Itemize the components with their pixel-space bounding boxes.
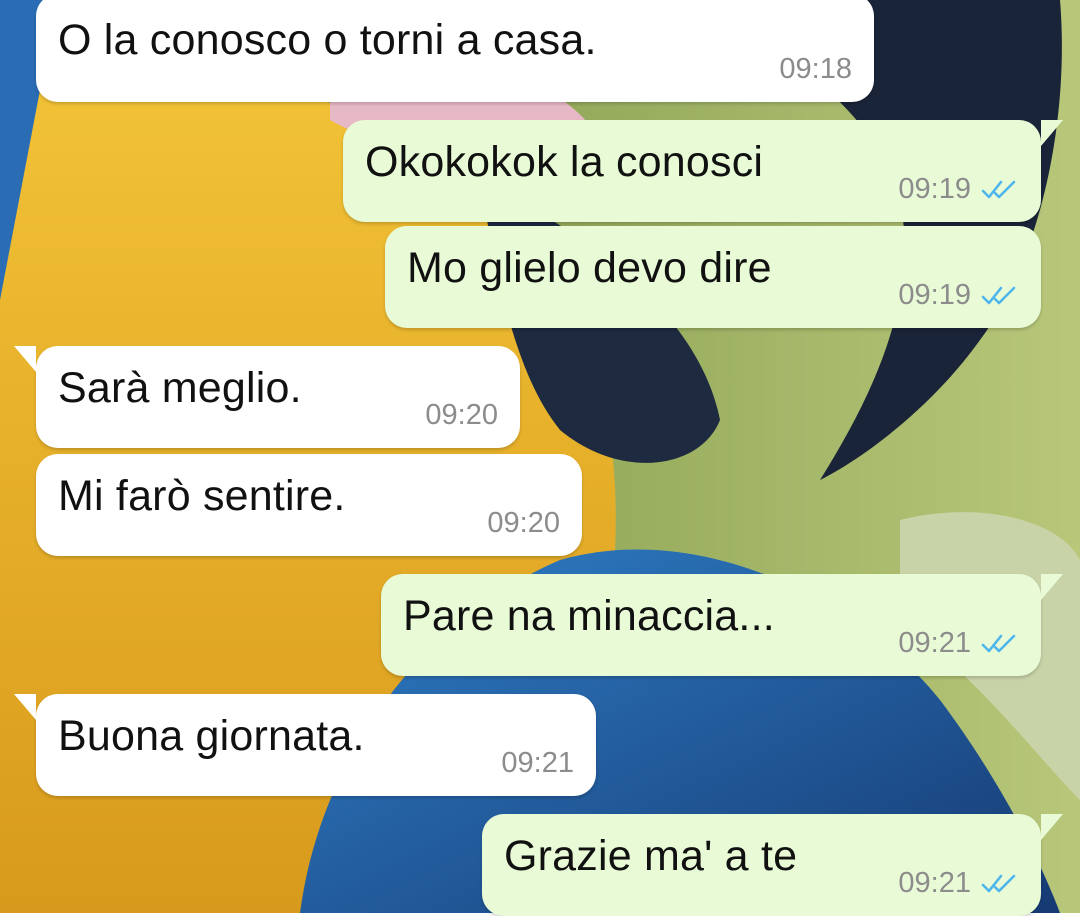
message-timestamp: 09:19 [898,279,971,311]
message-timestamp: 09:21 [898,867,971,899]
message-text: Grazie ma' a te [504,832,798,880]
message-bubble-outgoing[interactable]: Pare na minaccia... 09:21 [381,574,1041,676]
message-bubble-incoming[interactable]: Buona giornata. 09:21 [36,694,596,796]
bubble-tail [1041,120,1063,146]
message-bubble-outgoing[interactable]: Grazie ma' a te 09:21 [482,814,1041,916]
message-timestamp: 09:21 [898,627,971,659]
message-timestamp: 09:18 [779,53,852,85]
double-check-icon [981,286,1016,304]
message-text: Sarà meglio. [58,364,302,412]
message-timestamp: 09:20 [487,507,560,539]
message-timestamp: 09:21 [501,747,574,779]
double-check-icon [981,180,1016,198]
message-bubble-outgoing[interactable]: Okokokok la conosci 09:19 [343,120,1041,222]
message-timestamp: 09:20 [425,399,498,431]
message-bubble-outgoing[interactable]: Mo glielo devo dire 09:19 [385,226,1041,328]
message-meta: 09:19 [898,173,1019,206]
double-check-icon [981,874,1016,892]
message-text: Okokokok la conosci [365,138,764,186]
bubble-tail [1041,814,1063,840]
double-check-icon [981,634,1016,652]
message-meta: 09:19 [898,279,1019,312]
message-bubble-incoming[interactable]: Mi farò sentire. 09:20 [36,454,582,556]
bubble-tail [14,346,36,372]
bubble-tail [14,694,36,720]
message-meta: 09:21 [898,627,1019,660]
message-meta: 09:20 [425,399,498,432]
message-meta: 09:20 [487,507,560,540]
message-meta: 09:21 [898,867,1019,900]
message-meta: 09:18 [779,53,852,86]
message-text: Buona giornata. [58,712,365,760]
message-text: Mo glielo devo dire [407,244,772,292]
message-text: O la conosco o torni a casa. [58,16,597,64]
bubble-tail [1041,574,1063,600]
message-text: Pare na minaccia... [403,592,775,640]
message-meta: 09:21 [501,747,574,780]
message-bubble-incoming[interactable]: Sarà meglio. 09:20 [36,346,520,448]
message-text: Mi farò sentire. [58,472,346,520]
message-timestamp: 09:19 [898,173,971,205]
message-bubble-incoming[interactable]: O la conosco o torni a casa. 09:18 [36,0,874,102]
